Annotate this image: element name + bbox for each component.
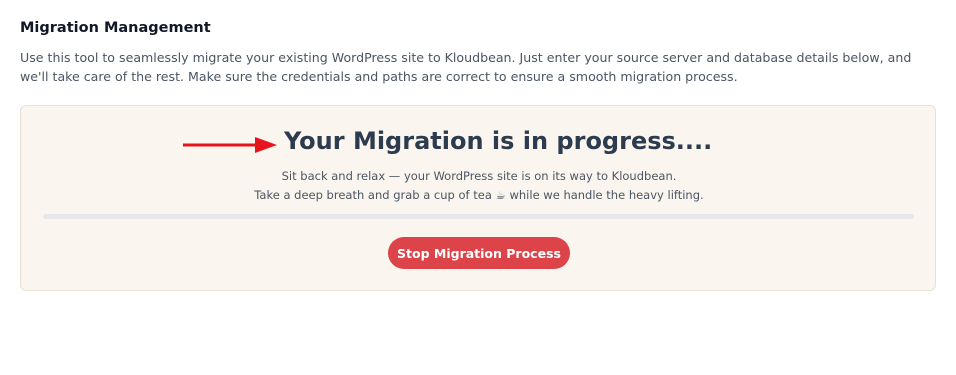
section-title: Migration Management bbox=[20, 20, 211, 36]
migration-management-section: Migration Management Use this tool to se… bbox=[20, 18, 938, 86]
migration-status-message: Sit back and relax — your WordPress site… bbox=[21, 167, 937, 205]
migration-progress-title: Your Migration is in progress.... bbox=[284, 127, 713, 155]
stop-migration-button[interactable]: Stop Migration Process bbox=[388, 237, 570, 269]
status-message-line-2: Take a deep breath and grab a cup of tea… bbox=[254, 188, 704, 202]
migration-progress-bar bbox=[43, 214, 914, 219]
migration-status-card: Your Migration is in progress.... Sit ba… bbox=[20, 105, 936, 291]
section-description: Use this tool to seamlessly migrate your… bbox=[20, 50, 912, 84]
arrow-right-icon bbox=[183, 137, 277, 153]
status-message-line-1: Sit back and relax — your WordPress site… bbox=[281, 169, 677, 183]
